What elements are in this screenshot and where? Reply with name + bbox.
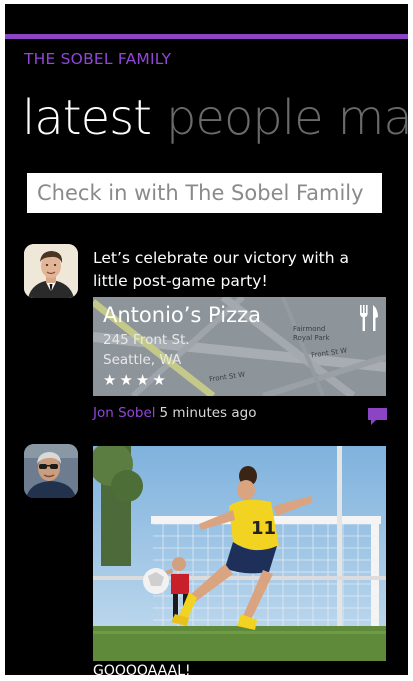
post-meta: Jon Sobel 5 minutes ago xyxy=(93,405,256,421)
post-time: 5 minutes ago xyxy=(159,405,257,421)
phone-screen: THE SOBEL FAMILY latest people ma Check in… xyxy=(5,4,408,675)
map-label-park: Fairmond Royal Park xyxy=(293,325,330,342)
pivot-header: latest people ma xyxy=(22,88,408,148)
pivot-tab-latest[interactable]: latest xyxy=(22,88,152,148)
post-author[interactable]: Jon Sobel xyxy=(93,405,156,421)
place-address-street: 245 Front St. xyxy=(103,332,190,348)
place-name: Antonio’s Pizza xyxy=(103,303,261,327)
place-card[interactable]: Fairmond Royal Park Front St W Front St … xyxy=(93,297,386,396)
fork-knife-icon xyxy=(360,305,378,331)
post-text: Let’s celebrate our victory with a littl… xyxy=(93,249,350,290)
pivot-tab-people[interactable]: people xyxy=(166,88,324,148)
avatar-jon-sobel[interactable] xyxy=(24,244,78,298)
comment-icon[interactable] xyxy=(368,408,387,426)
soccer-kick-photo[interactable]: 11 xyxy=(93,446,386,661)
check-in-input[interactable]: Check in with The Sobel Family xyxy=(27,173,382,213)
place-rating-stars: ★★★★ xyxy=(103,371,169,389)
svg-text:11: 11 xyxy=(251,518,276,539)
place-address-city: Seattle, WA xyxy=(103,352,182,368)
pivot-tab-more[interactable]: ma xyxy=(338,88,408,148)
photo-caption: GOOOOAAAL! xyxy=(93,663,191,675)
avatar-grandpa[interactable] xyxy=(24,444,78,498)
accent-bar xyxy=(5,34,408,39)
group-title: THE SOBEL FAMILY xyxy=(24,50,172,68)
